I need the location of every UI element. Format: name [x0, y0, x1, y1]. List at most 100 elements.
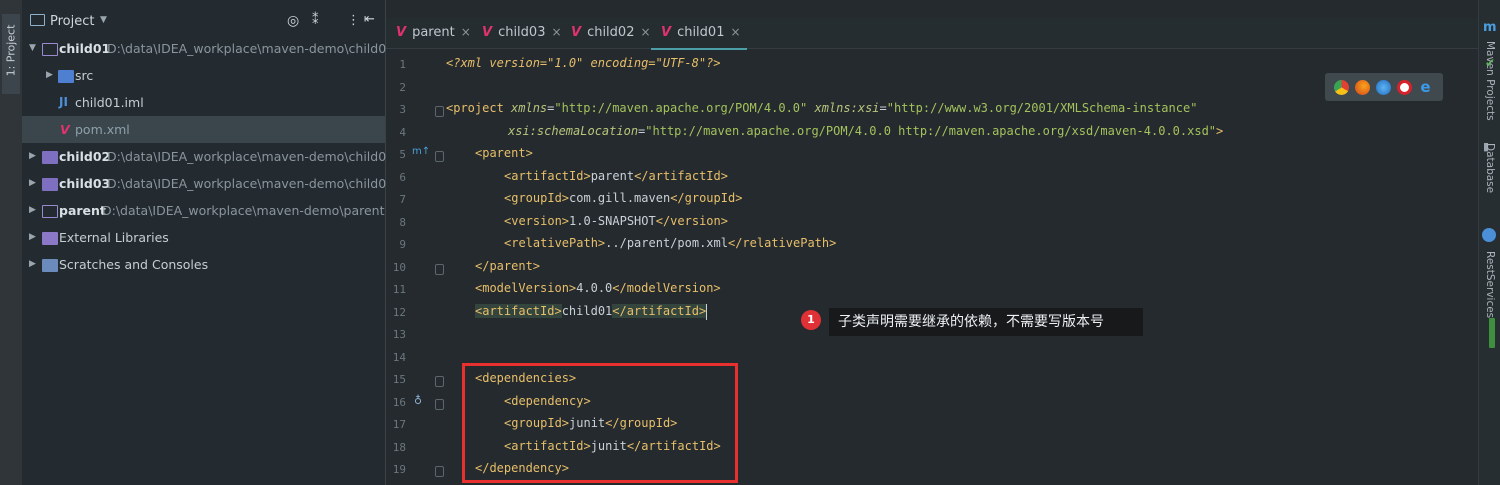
tree-item-label: child02 — [59, 149, 111, 164]
chevron-right-icon[interactable]: ▶ — [29, 224, 36, 251]
tree-item-label: Scratches and Consoles — [59, 257, 209, 272]
text-cursor — [706, 303, 708, 320]
xml-attr-value: "http://maven.apache.org/POM/4.0.0" — [554, 101, 808, 115]
project-panel-header: Project ▼ ◎ ⁑ ⋮ ⇤ — [22, 8, 385, 34]
module-folder-icon — [42, 178, 58, 191]
xml-declaration: <?xml version="1.0" encoding="UTF-8"?> — [446, 56, 721, 70]
rest-services-icon[interactable] — [1482, 228, 1496, 242]
chevron-down-icon[interactable]: ▼ — [29, 35, 36, 62]
xml-tag: <modelVersion> — [475, 281, 577, 295]
xml-tag: <artifactId> — [504, 169, 591, 183]
tree-item-src[interactable]: ▶ src — [22, 62, 385, 89]
xml-tag: <relativePath> — [504, 236, 606, 250]
chevron-right-icon[interactable]: ▶ — [29, 251, 36, 278]
project-tool-window-label: 1: Project — [4, 24, 18, 77]
tree-item-path: D:\data\IDEA_workplace\maven-demo\child0… — [107, 149, 395, 164]
tree-item-child02[interactable]: ▶ child02 D:\data\IDEA_workplace\maven-d… — [22, 143, 394, 170]
xml-attr: xmlns — [511, 101, 548, 115]
source-folder-icon — [58, 70, 74, 83]
xml-text: com.gill.maven — [569, 191, 671, 205]
xml-tag: </artifactId> — [634, 169, 728, 183]
browser-preview-toolbar: e — [1325, 73, 1443, 101]
project-icon — [30, 14, 45, 26]
iml-file-icon: JI — [59, 95, 68, 109]
project-view-selector[interactable]: Project — [50, 14, 94, 29]
xml-text: ../parent/pom.xml — [605, 236, 728, 250]
code-line-11: <modelVersion>4.0.0</modelVersion> — [475, 277, 721, 299]
tree-item-label: External Libraries — [59, 230, 169, 245]
tree-item-external-libraries[interactable]: ▶ External Libraries — [22, 224, 385, 251]
module-folder-icon — [42, 43, 58, 56]
tree-item-child03[interactable]: ▶ child03 D:\data\IDEA_workplace\maven-d… — [22, 170, 394, 197]
xml-tag: </artifactId> — [612, 304, 707, 318]
tree-item-label: child01.iml — [75, 95, 144, 110]
collapse-icon[interactable]: ⁑ — [312, 13, 319, 28]
tab-label: child02 — [587, 25, 635, 40]
tree-item-path: D:\data\IDEA_workplace\maven-demo\child0… — [107, 176, 395, 191]
tree-item-parent[interactable]: ▶ parent D:\data\IDEA_workplace\maven-de… — [22, 197, 385, 224]
close-icon[interactable]: × — [551, 25, 561, 39]
xml-tag: <version> — [504, 214, 570, 228]
xml-tag: <parent> — [475, 146, 533, 160]
tree-item-child01-iml[interactable]: JI child01.iml — [22, 89, 385, 116]
code-line-3: <project xmlns="http://maven.apache.org/… — [446, 101, 1198, 115]
chrome-icon[interactable] — [1334, 80, 1349, 95]
close-icon[interactable]: × — [730, 25, 740, 39]
tree-item-label: child03 — [59, 176, 111, 191]
firefox-icon[interactable] — [1355, 80, 1370, 95]
rest-services-tab[interactable]: RestServices — [1484, 251, 1496, 321]
tree-item-pom-xml[interactable]: V pom.xml — [22, 116, 385, 143]
tree-item-label: pom.xml — [75, 122, 130, 137]
code-line-10: </parent> — [475, 255, 540, 277]
module-folder-icon — [42, 205, 58, 218]
xml-tag: </relativePath> — [727, 236, 837, 250]
close-icon[interactable]: × — [640, 25, 650, 39]
code-line-5: <parent> — [475, 142, 533, 164]
tab-child03[interactable]: Vchild03 × — [482, 18, 562, 48]
tree-item-path: D:\data\IDEA_workplace\maven-demo\parent — [102, 203, 385, 218]
maven-icon[interactable]: m — [1483, 20, 1497, 35]
tree-item-label: src — [75, 68, 94, 83]
scratches-icon — [42, 259, 58, 272]
xml-tag: </parent> — [475, 259, 541, 273]
project-panel: Project ▼ ◎ ⁑ ⋮ ⇤ ▼ child01 D:\data\IDEA… — [22, 0, 394, 485]
tree-item-scratches[interactable]: ▶ Scratches and Consoles — [22, 251, 385, 278]
code-line-1: <?xml version="1.0" encoding="UTF-8"?> — [446, 52, 721, 74]
code-line-4: xsi:schemaLocation="http://maven.apache.… — [508, 124, 1224, 138]
xml-tag: </modelVersion> — [612, 281, 721, 295]
xml-text: 1.0-SNAPSHOT — [569, 214, 656, 228]
check-icon: ✔ — [1485, 56, 1496, 70]
project-tool-window-tab[interactable]: 1: Project — [2, 14, 20, 94]
database-tab[interactable]: Database — [1484, 143, 1496, 213]
hide-panel-icon[interactable]: ⇤ — [364, 12, 375, 27]
chevron-right-icon[interactable]: ▶ — [29, 170, 36, 197]
highlight-box — [462, 363, 738, 483]
chevron-right-icon[interactable]: ▶ — [29, 143, 36, 170]
tree-item-child01[interactable]: ▼ child01 D:\data\IDEA_workplace\maven-d… — [22, 35, 394, 62]
tab-label: child01 — [677, 25, 725, 40]
code-line-6: <artifactId>parent</artifactId> — [504, 165, 728, 187]
xml-attr: xsi:schemaLocation — [508, 124, 639, 138]
tree-item-label: child01 — [59, 41, 111, 56]
xml-text: 4.0.0 — [576, 281, 613, 295]
safari-icon[interactable] — [1376, 80, 1391, 95]
right-tool-strip: m Maven Projects ✔ ▮ Database RestServic… — [1478, 0, 1500, 485]
xml-attr: xmlns:xsi — [814, 101, 880, 115]
chevron-right-icon[interactable]: ▶ — [29, 197, 36, 224]
close-icon[interactable]: × — [461, 25, 471, 39]
tab-parent[interactable]: Vparent × — [396, 18, 471, 48]
tab-child02[interactable]: Vchild02 × — [571, 18, 651, 48]
xml-tag: <artifactId> — [475, 304, 562, 318]
xml-attr-value: "http://www.w3.org/2001/XMLSchema-instan… — [886, 101, 1198, 115]
maven-file-icon: V — [60, 122, 70, 137]
target-icon[interactable]: ◎ — [287, 13, 299, 29]
tree-item-label: parent — [59, 203, 106, 218]
chevron-down-icon[interactable]: ▼ — [100, 15, 107, 25]
maven-projects-tab[interactable]: Maven Projects — [1484, 41, 1496, 121]
tab-child01[interactable]: Vchild01 × — [651, 18, 747, 50]
settings-icon[interactable]: ⋮ — [347, 13, 360, 28]
callout-annotation: 子类声明需要继承的依赖，不需要写版本号 — [829, 308, 1143, 336]
ie-icon[interactable]: e — [1418, 80, 1433, 95]
chevron-right-icon[interactable]: ▶ — [46, 62, 53, 89]
opera-icon[interactable] — [1397, 80, 1412, 95]
